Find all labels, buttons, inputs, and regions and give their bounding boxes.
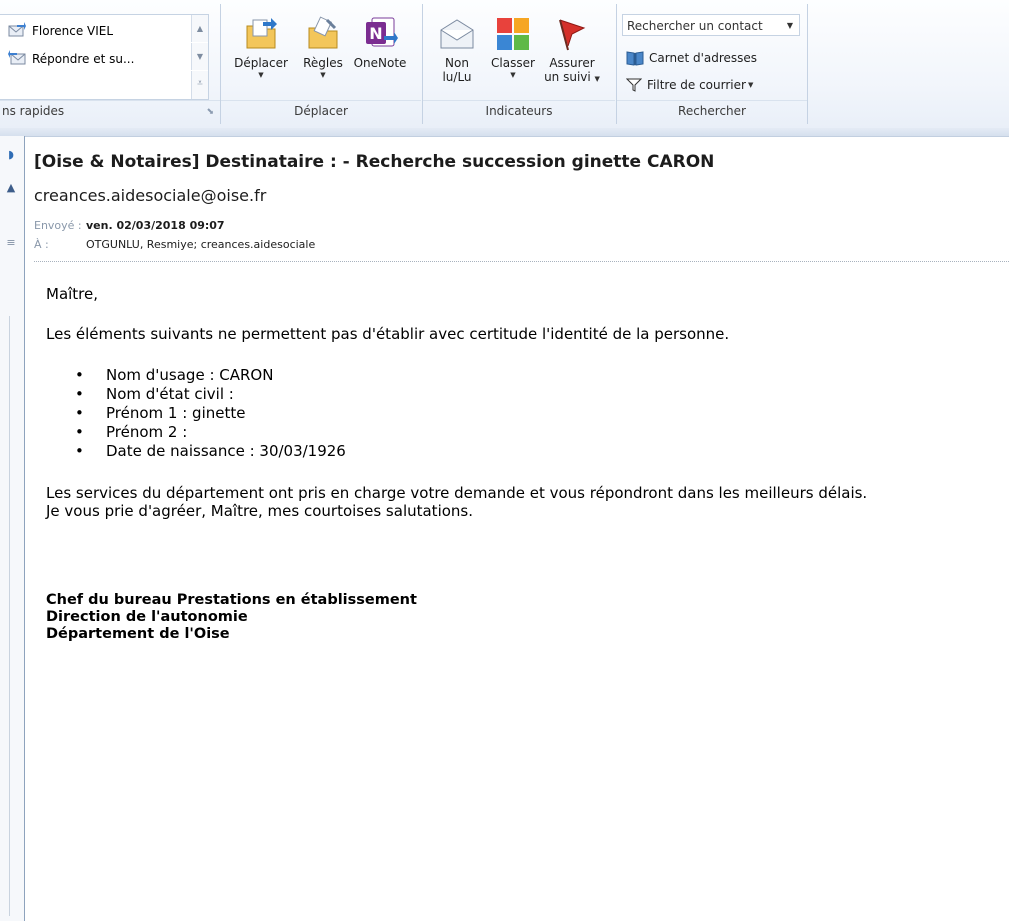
gallery-more-button[interactable]: ⩡ [191,71,208,99]
quick-step-florence-viel[interactable]: Florence VIEL [8,21,114,41]
move-folder-icon [243,16,279,52]
grip-icon[interactable]: ≡ [4,236,18,250]
unread-line2: lu/Lu [442,70,472,84]
list-item: Nom d'état civil : [46,385,1006,404]
message-subject: [Oise & Notaires] Destinataire : - Reche… [34,152,715,172]
signature-line: Département de l'Oise [46,626,230,642]
scroll-up-icon[interactable]: ▲ [4,181,18,195]
tags-group: Non lu/Lu Classer ▼ Assurer un suivi ▼ I… [423,0,615,128]
onenote-button-label: OneNote [353,56,407,70]
body-greeting: Maître, [46,285,99,303]
ribbon-bottom-strip [0,128,1009,137]
list-item: Nom d'usage : CARON [46,366,1006,385]
follow-up-line2: un suivi [544,70,591,84]
reply-envelope-icon [8,50,26,65]
sent-label: Envoyé : [34,219,82,232]
gallery-scroll-up[interactable]: ▲ [191,15,208,42]
quick-steps-gallery: Florence VIEL Répondre et su... ▲ ▼ ⩡ [0,14,209,100]
body-intro: Les éléments suivants ne permettent pas … [46,325,730,343]
left-pane-strip: ◗ ▲ ≡ [0,136,25,921]
move-button-label: Déplacer [234,56,288,70]
quick-step-reply-and[interactable]: Répondre et su... [8,49,135,69]
sent-row: Envoyé : ven. 02/03/2018 09:07 [34,219,225,232]
list-item: Prénom 1 : ginette [46,404,1006,423]
envelope-read-icon [439,16,475,52]
sent-value: ven. 02/03/2018 09:07 [86,219,225,232]
signature-line: Direction de l'autonomie [46,609,248,625]
to-label: À : [34,238,49,251]
group-label-tags: Indicateurs [485,104,553,118]
categorize-button[interactable]: Classer ▼ [485,16,541,80]
flag-icon [554,16,590,52]
list-item: Date de naissance : 30/03/1926 [46,442,1006,461]
to-row: À : OTGUNLU, Resmiye; creances.aidesocial… [34,238,315,251]
list-item: Prénom 2 : [46,423,1006,442]
quick-steps-group: Florence VIEL Répondre et su... ▲ ▼ ⩡ ns… [0,0,220,128]
svg-text:N: N [369,24,382,43]
find-group: Rechercher [617,0,807,128]
body-line-2: Je vous prie d'agréer, Maître, mes court… [46,502,474,520]
onenote-button[interactable]: N OneNote [349,16,411,70]
categorize-icon [495,16,531,52]
forward-envelope-icon [8,22,26,37]
signature-line: Chef du bureau Prestations en établissem… [46,592,417,608]
quick-step-label: Florence VIEL [32,24,114,38]
message-body: Maître, Les éléments suivants ne permett… [46,285,1006,643]
unread-line1: Non [445,56,469,70]
group-label-find: Rechercher [678,104,746,118]
move-button[interactable]: Déplacer ▼ [229,16,293,80]
group-label-quick-steps: ns rapides [2,104,65,118]
header-separator [34,261,1009,262]
ribbon: Florence VIEL Répondre et su... ▲ ▼ ⩡ ns… [0,0,1009,129]
rules-button-label: Règles [303,56,343,70]
categorize-label: Classer [491,56,535,70]
rules-icon [305,16,341,52]
identity-list: Nom d'usage : CARON Nom d'état civil : P… [46,366,1006,461]
quick-step-label: Répondre et su... [32,52,135,66]
to-value[interactable]: OTGUNLU, Resmiye; creances.aidesociale [86,238,315,251]
group-label-move: Déplacer [294,104,348,118]
message-sender[interactable]: creances.aidesociale@oise.fr [34,186,266,205]
gallery-scroll-down[interactable]: ▼ [191,43,208,70]
onenote-icon: N [362,16,398,52]
follow-up-line1: Assurer [549,56,595,70]
expand-pane-icon[interactable]: ◗ [4,148,18,162]
signature: Chef du bureau Prestations en établissem… [46,592,1006,643]
body-line-1: Les services du département ont pris en … [46,484,868,502]
follow-up-button[interactable]: Assurer un suivi ▼ [541,16,603,84]
dialog-launcher-icon[interactable]: ⬊ [206,107,214,117]
unread-read-button[interactable]: Non lu/Lu [431,16,483,84]
rules-button[interactable]: Règles ▼ [297,16,349,80]
move-group: Déplacer ▼ Règles ▼ N OneNote Déplacer [221,0,421,128]
